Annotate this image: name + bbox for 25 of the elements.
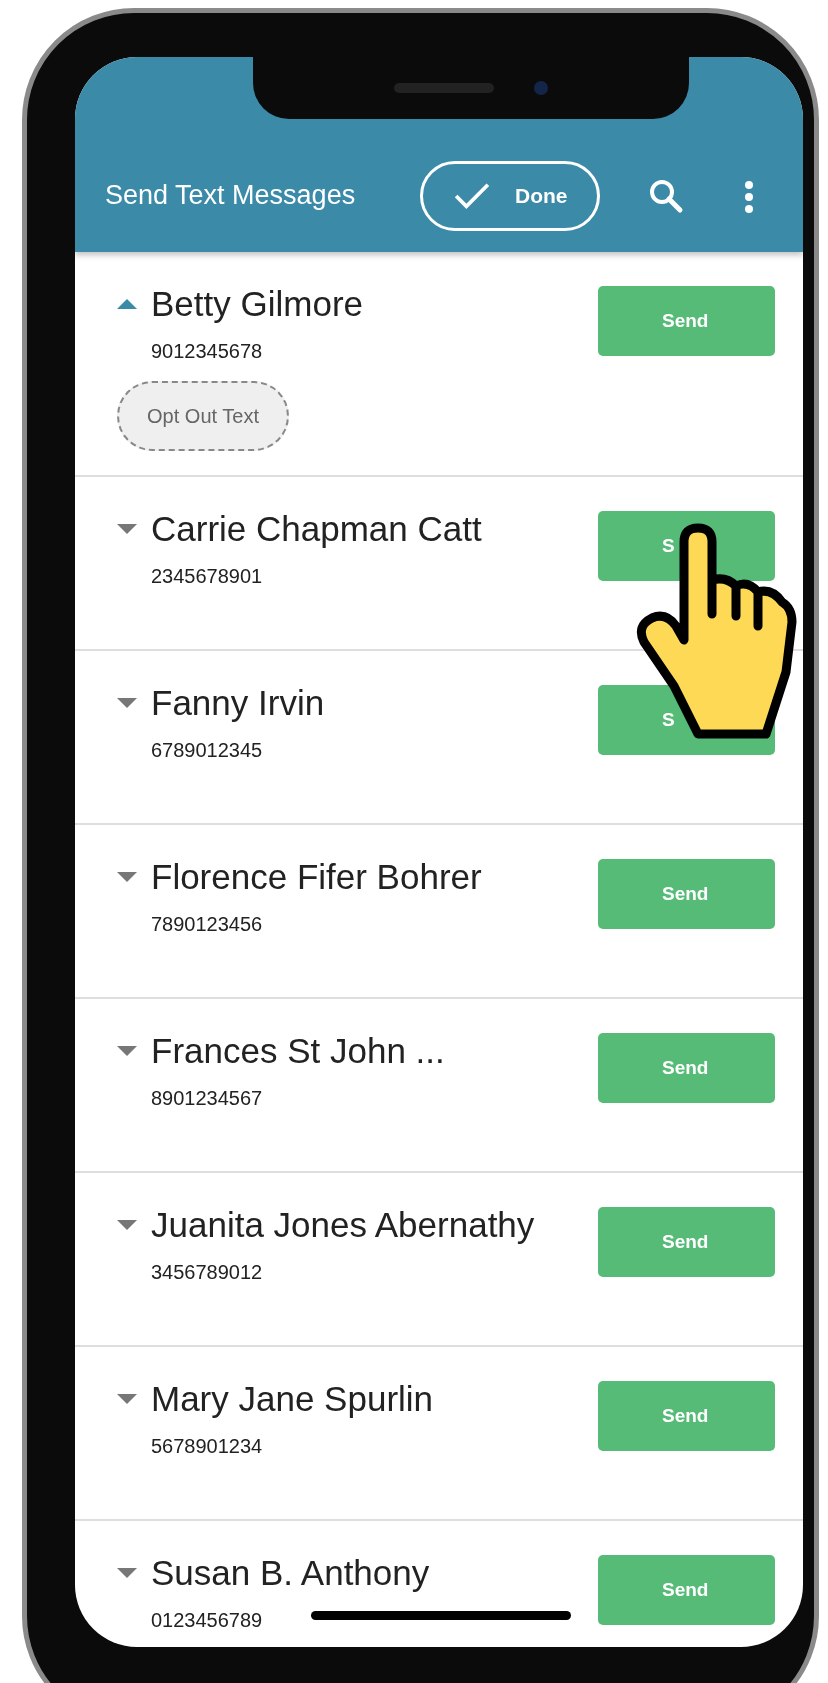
phone-number: 2345678901 — [151, 565, 264, 588]
phone-number: 0123456789 — [151, 1609, 264, 1632]
screen-title: Send Text Messages — [105, 180, 357, 211]
contact-name: Carrie Chapman Catt — [151, 509, 482, 549]
phone-number: 7890123456 — [151, 913, 264, 936]
phone-number: 5678901234 — [151, 1435, 264, 1458]
phone-number: 3456789012 — [151, 1261, 264, 1284]
phone-number: 9012345678 — [151, 340, 264, 363]
contact-name: Betty Gilmore — [151, 284, 363, 324]
send-button[interactable]: Send — [598, 1381, 775, 1451]
send-button[interactable]: Send — [598, 1207, 775, 1277]
send-button[interactable]: Send — [598, 859, 775, 929]
contact-name: Juanita Jones Abernathy — [151, 1205, 535, 1245]
contact-name: Susan B. Anthony — [151, 1553, 430, 1593]
done-button[interactable]: Done — [420, 161, 600, 231]
contact-name: Florence Fifer Bohrer — [151, 857, 482, 897]
contact-name: Fanny Irvin — [151, 683, 325, 723]
contact-name: Mary Jane Spurlin — [151, 1379, 434, 1419]
phone-number: 6789012345 — [151, 739, 264, 762]
send-button[interactable]: Send — [598, 1555, 775, 1625]
contact-name: Frances St John ... — [151, 1031, 445, 1071]
send-button[interactable]: Send — [598, 1033, 775, 1103]
phone-number: 8901234567 — [151, 1087, 264, 1110]
send-button[interactable]: Send — [598, 286, 775, 356]
opt-out-button[interactable]: Opt Out Text — [117, 381, 289, 451]
